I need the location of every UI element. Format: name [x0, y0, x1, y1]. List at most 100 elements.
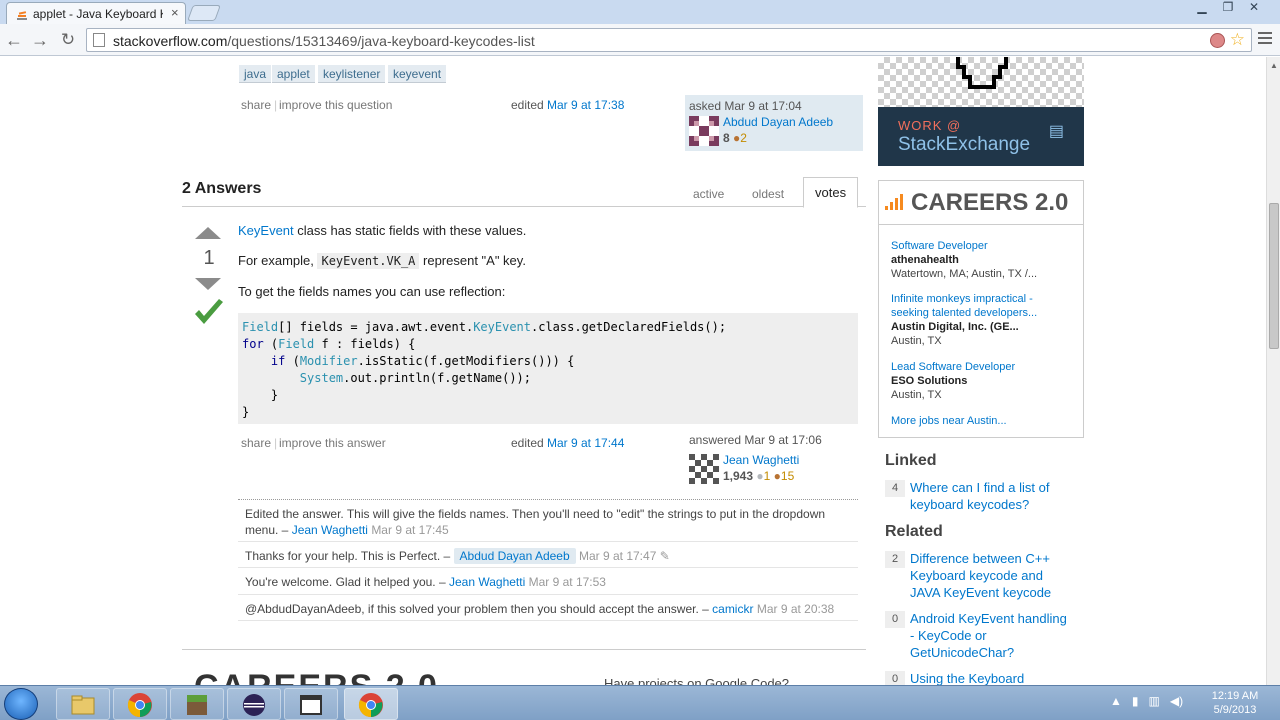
minimize-icon[interactable]: ▁: [1190, 0, 1214, 18]
bottom-ad[interactable]: CAREERS 2.0 Have projects on Google Code…: [182, 649, 866, 685]
page-content: java applet keylistener keyevent share |…: [0, 57, 1266, 685]
job-title[interactable]: Software Developer: [891, 239, 1037, 253]
comment-user[interactable]: Jean Waghetti: [449, 575, 525, 589]
comment-date[interactable]: Mar 9 at 17:47: [579, 549, 656, 563]
clock[interactable]: 12:19 AM 5/9/2013: [1200, 689, 1270, 717]
clock-date: 5/9/2013: [1213, 704, 1257, 716]
address-bar[interactable]: stackoverflow.com/questions/15313469/jav…: [86, 28, 1252, 52]
comment-user[interactable]: Abdud Dayan Adeeb: [453, 548, 576, 564]
clock-time: 12:19 AM: [1211, 690, 1259, 702]
work-at-stackexchange-ad[interactable]: WORK @ StackExchange ▤: [878, 107, 1084, 166]
answer-p2-after: represent "A" key.: [419, 253, 526, 268]
tag-keylistener[interactable]: keylistener: [318, 65, 386, 83]
scrollbar-thumb[interactable]: [1269, 203, 1279, 349]
question-edited-date[interactable]: Mar 9 at 17:38: [547, 98, 624, 112]
job-company: athenahealth: [891, 254, 959, 266]
job-listing[interactable]: Software Developer athenahealth Watertown,…: [891, 239, 1037, 281]
tab-strip: applet - Java Keyboard Ke × ▁ ❐ ✕: [0, 0, 1280, 24]
upvote-icon[interactable]: [195, 227, 221, 239]
answerer-avatar[interactable]: [689, 454, 719, 484]
start-button[interactable]: [4, 688, 38, 720]
taskbar-chrome-active[interactable]: [344, 688, 398, 720]
linked-title[interactable]: Where can I find a list of keyboard keyc…: [910, 479, 1070, 513]
comment: Edited the answer. This will give the fi…: [238, 500, 858, 542]
answer-paragraph-1: KeyEvent class has static fields with th…: [238, 223, 526, 238]
network-icon[interactable]: ▥: [1149, 694, 1160, 708]
taskbar-minecraft[interactable]: [170, 688, 224, 720]
tab-votes[interactable]: votes: [803, 177, 859, 208]
linked-count: 4: [885, 480, 905, 497]
asker-signature: asked Mar 9 at 17:04 Abdud Dayan Adeeb 8…: [685, 95, 863, 151]
taskbar-explorer[interactable]: [56, 688, 110, 720]
comment-text: You're welcome. Glad it helped you. –: [245, 575, 449, 589]
comment-text: Thanks for your help. This is Perfect. –: [245, 549, 454, 563]
power-icon[interactable]: ▮: [1132, 694, 1139, 708]
scroll-up-icon[interactable]: ▲: [1270, 61, 1278, 70]
asker-username[interactable]: Abdud Dayan Adeeb: [723, 115, 833, 129]
edit-comment-icon[interactable]: ✎: [660, 549, 670, 563]
job-title[interactable]: Infinite monkeys impractical - seeking t…: [891, 292, 1071, 320]
careers-header[interactable]: CAREERS 2.0: [879, 181, 1083, 225]
system-tray[interactable]: ▲ ▮ ▥ ◀): [1110, 694, 1183, 708]
separator: |: [274, 98, 278, 112]
sidebar-ad-image[interactable]: [878, 57, 1084, 107]
related-item[interactable]: 0 Android KeyEvent handling - KeyCode or …: [885, 610, 1067, 662]
job-listing[interactable]: Infinite monkeys impractical - seeking t…: [891, 292, 1071, 348]
related-item[interactable]: 0 Using the Keyboard: [885, 670, 1065, 685]
related-count: 0: [885, 611, 905, 628]
wrench-menu-icon[interactable]: [1258, 32, 1272, 48]
taskbar-chrome[interactable]: [113, 688, 167, 720]
stackoverflow-favicon-icon: [17, 11, 27, 20]
extension-icon[interactable]: [1210, 33, 1225, 48]
tag-java[interactable]: java: [239, 65, 272, 83]
answer-share-link[interactable]: share: [241, 436, 271, 450]
answer-edited-date[interactable]: Mar 9 at 17:44: [547, 436, 624, 450]
asker-avatar[interactable]: [689, 116, 719, 146]
downvote-icon[interactable]: [195, 278, 221, 290]
tab-oldest[interactable]: oldest: [752, 185, 784, 203]
job-title[interactable]: Lead Software Developer: [891, 360, 1015, 374]
tab-close-icon[interactable]: ×: [171, 5, 179, 20]
keyevent-link[interactable]: KeyEvent: [238, 223, 294, 238]
job-listing[interactable]: Lead Software Developer ESO Solutions Aust…: [891, 360, 1015, 402]
restore-icon[interactable]: ❐: [1216, 0, 1240, 18]
comment-date[interactable]: Mar 9 at 17:53: [529, 575, 606, 589]
volume-icon[interactable]: ◀): [1170, 694, 1183, 708]
comment-date[interactable]: Mar 9 at 17:45: [371, 523, 448, 537]
improve-question-link[interactable]: improve this question: [279, 98, 392, 112]
linked-item[interactable]: 4 Where can I find a list of keyboard key…: [885, 479, 1065, 513]
show-hidden-icons-icon[interactable]: ▲: [1110, 694, 1122, 708]
bottom-ad-text: Have projects on Google Code?: [604, 676, 790, 685]
related-title[interactable]: Using the Keyboard: [910, 670, 1070, 685]
answerer-username[interactable]: Jean Waghetti: [723, 453, 799, 467]
close-window-icon[interactable]: ✕: [1242, 0, 1266, 18]
accepted-checkmark-icon: [195, 299, 223, 324]
improve-answer-link[interactable]: improve this answer: [279, 436, 386, 450]
page-scrollbar[interactable]: ▲: [1266, 57, 1280, 685]
taskbar-eclipse[interactable]: [227, 688, 281, 720]
tag-keyevent[interactable]: keyevent: [388, 65, 447, 83]
new-tab-button[interactable]: [187, 5, 221, 21]
comment-user[interactable]: Jean Waghetti: [292, 523, 368, 537]
signal-bars-icon: [885, 192, 911, 210]
more-jobs-link[interactable]: More jobs near Austin...: [891, 414, 1007, 428]
answerer-reputation: 1,943 ●1 ●15: [723, 469, 794, 483]
tag-applet[interactable]: applet: [272, 65, 315, 83]
forward-icon[interactable]: →: [30, 30, 50, 50]
back-icon[interactable]: ←: [4, 30, 24, 50]
bookmark-star-icon[interactable]: ☆: [1230, 30, 1245, 50]
tab-active[interactable]: active: [693, 185, 724, 203]
taskbar-window[interactable]: [284, 688, 338, 720]
page-icon: [93, 33, 105, 47]
reload-icon[interactable]: ↻: [58, 30, 78, 50]
related-title[interactable]: Difference between C++ Keyboard keycode …: [910, 550, 1070, 601]
careers-box: CAREERS 2.0 Software Developer athenaheal…: [878, 180, 1084, 438]
job-company: Austin Digital, Inc. (GE...: [891, 321, 1019, 333]
asked-date: asked Mar 9 at 17:04: [689, 99, 802, 113]
comment-user[interactable]: camickr: [712, 602, 753, 616]
related-title[interactable]: Android KeyEvent handling - KeyCode or G…: [910, 610, 1070, 661]
browser-tab[interactable]: applet - Java Keyboard Ke ×: [6, 2, 186, 24]
question-share-link[interactable]: share: [241, 98, 271, 112]
related-item[interactable]: 2 Difference between C++ Keyboard keycode…: [885, 550, 1065, 602]
comment-date[interactable]: Mar 9 at 20:38: [757, 602, 834, 616]
